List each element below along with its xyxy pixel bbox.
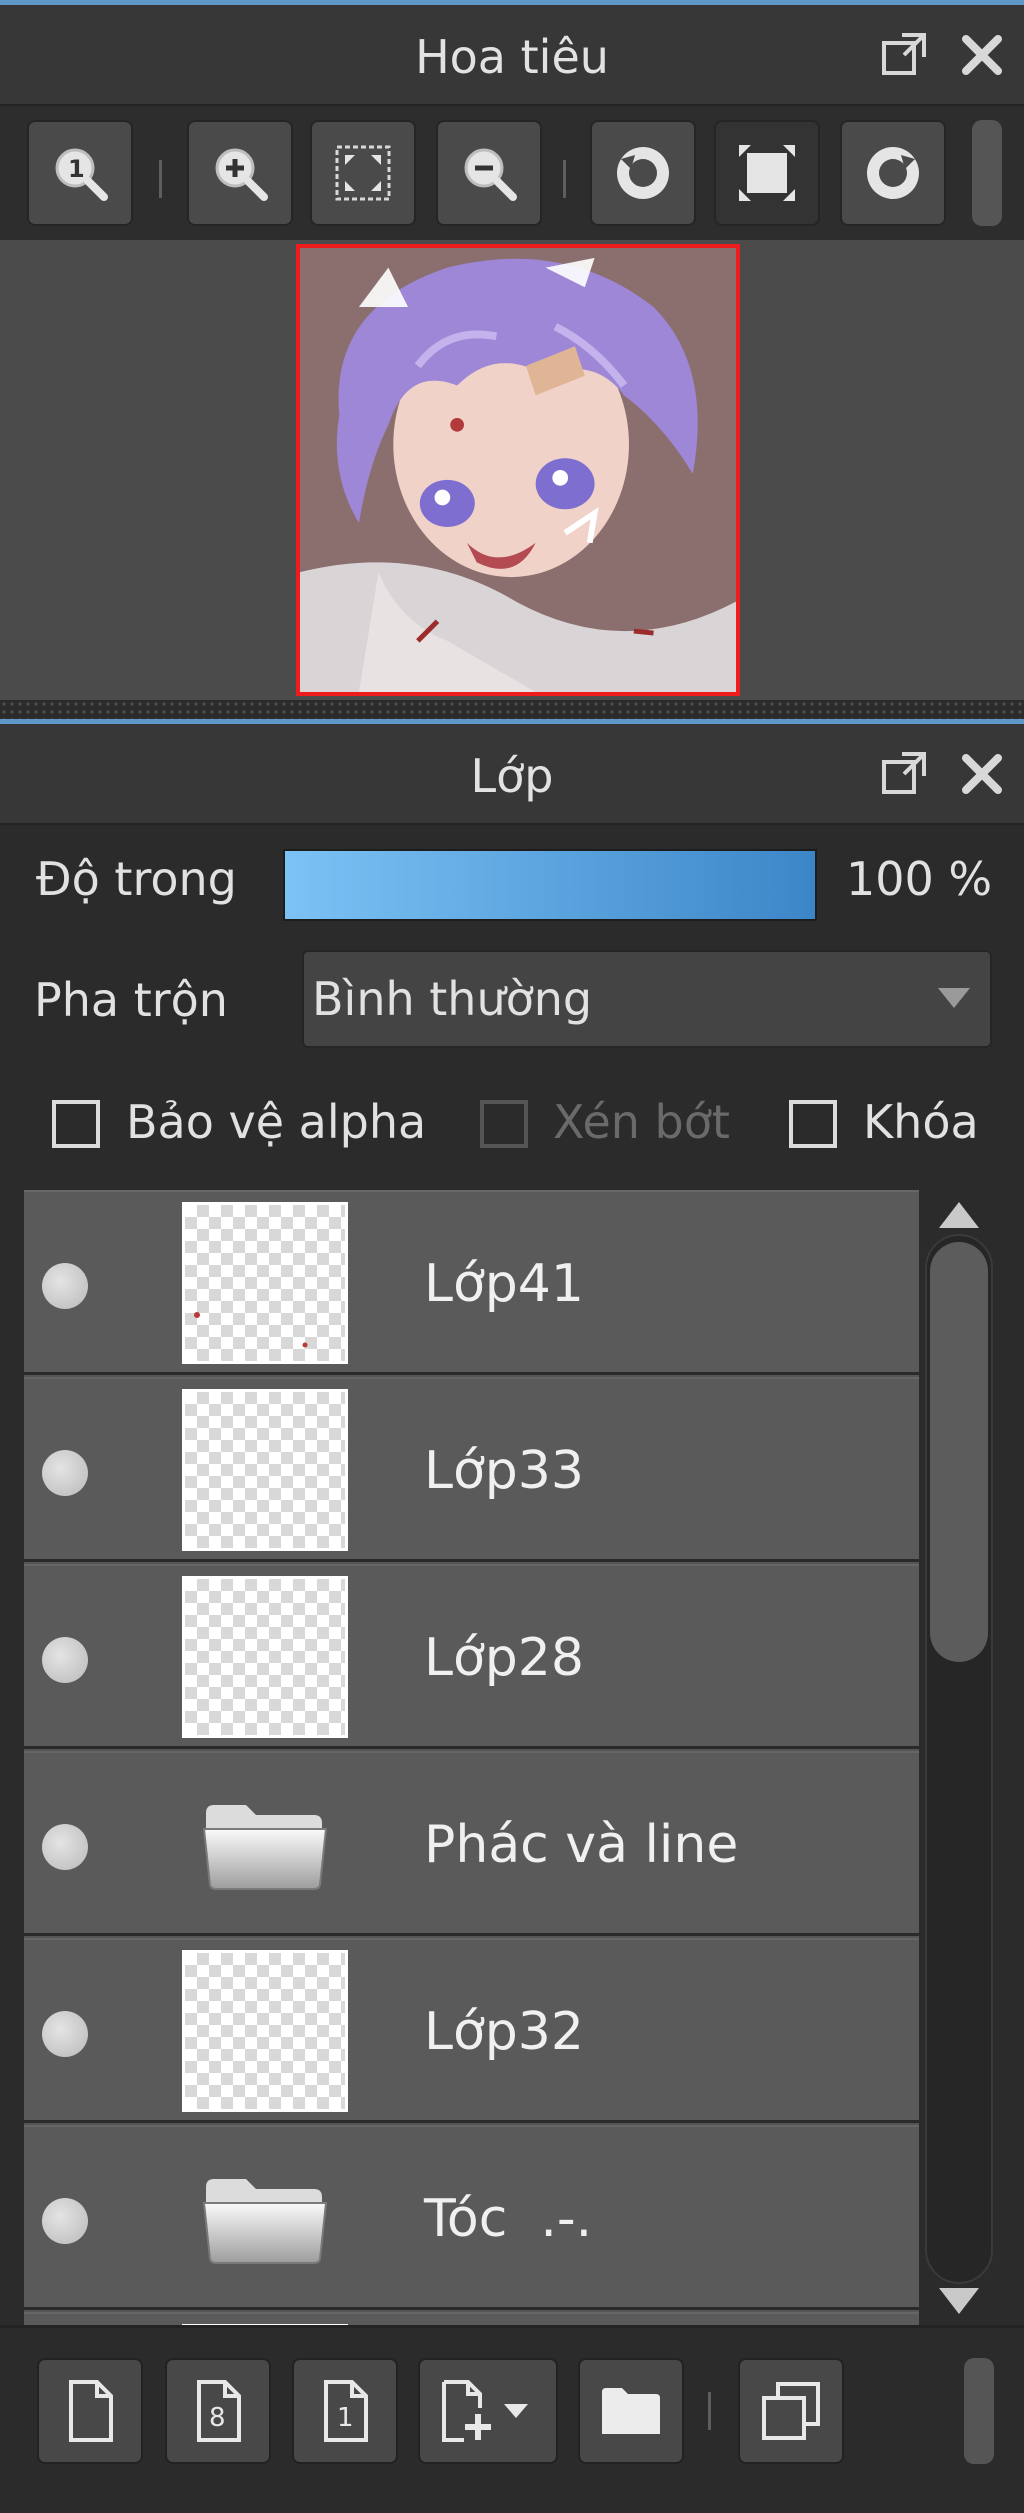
add-layer-dropdown-icon bbox=[442, 2380, 528, 2442]
layer-panel-title: Lớp bbox=[470, 749, 554, 803]
layer-name: Lớp28 bbox=[424, 1628, 584, 1688]
scroll-track[interactable] bbox=[925, 1234, 993, 2284]
zoom-in-button[interactable] bbox=[187, 120, 293, 226]
canvas-preview[interactable] bbox=[296, 244, 740, 696]
layer-name: Phác và line bbox=[424, 1815, 739, 1875]
fit-window-button[interactable] bbox=[714, 120, 820, 226]
visibility-toggle[interactable] bbox=[42, 1263, 88, 1309]
folder-icon bbox=[202, 1805, 328, 1890]
lock-checkbox[interactable] bbox=[789, 1100, 837, 1148]
toolbar-separator bbox=[563, 160, 566, 198]
duplicate-layer-icon bbox=[762, 2382, 820, 2440]
layer-list-scrollbar[interactable] bbox=[919, 1190, 999, 2325]
layer-name: Lớp33 bbox=[424, 1441, 584, 1501]
svg-text:1: 1 bbox=[337, 2403, 354, 2433]
new-1bit-layer-button[interactable]: 1 bbox=[292, 2358, 398, 2464]
opacity-label: Độ trong bbox=[36, 852, 237, 906]
actual-size-button[interactable]: 1 bbox=[27, 120, 133, 226]
blend-mode-label: Pha trộn bbox=[34, 973, 228, 1027]
opacity-slider[interactable] bbox=[283, 849, 817, 921]
close-icon[interactable] bbox=[956, 748, 1008, 800]
visibility-toggle[interactable] bbox=[42, 2011, 88, 2057]
new-layer-button[interactable] bbox=[37, 2358, 143, 2464]
layer-list[interactable]: Lớp41 Lớp33 Lớp28 Phác và line Lớp32 Tóc… bbox=[24, 1190, 919, 2325]
layer-row[interactable]: Lớp41 bbox=[24, 1190, 919, 1375]
scroll-down-icon[interactable] bbox=[935, 2284, 983, 2318]
layer-name: Lớp41 bbox=[424, 1254, 584, 1314]
layer-name: Lớp32 bbox=[424, 2002, 584, 2062]
new-folder-button[interactable] bbox=[578, 2358, 684, 2464]
layer-row[interactable] bbox=[24, 2312, 919, 2325]
clipping-label: Xén bớt bbox=[553, 1095, 730, 1149]
blend-mode-value: Bình thường bbox=[312, 972, 593, 1026]
zoom-in-icon bbox=[215, 148, 268, 201]
protect-alpha-checkbox[interactable] bbox=[52, 1100, 100, 1148]
navigator-preview-area bbox=[0, 240, 1024, 700]
toolbar-grip[interactable] bbox=[972, 120, 1002, 226]
layer-name: Tóc .-. bbox=[424, 2189, 593, 2249]
layer-thumbnail bbox=[182, 1576, 348, 1738]
new-8bit-layer-icon: 8 bbox=[197, 2380, 241, 2442]
navigator-title: Hoa tiêu bbox=[415, 30, 609, 84]
toolbar-separator bbox=[708, 2392, 711, 2430]
svg-text:8: 8 bbox=[209, 2403, 226, 2433]
new-8bit-layer-button[interactable]: 8 bbox=[165, 2358, 271, 2464]
layer-row[interactable]: Lớp28 bbox=[24, 1564, 919, 1749]
popout-icon[interactable] bbox=[878, 748, 930, 800]
rotate-left-icon bbox=[617, 147, 669, 199]
visibility-toggle[interactable] bbox=[42, 1450, 88, 1496]
zoom-out-button[interactable] bbox=[436, 120, 542, 226]
add-layer-dropdown-button[interactable] bbox=[418, 2358, 558, 2464]
layer-thumbnail bbox=[182, 1202, 348, 1364]
fit-screen-button[interactable] bbox=[310, 120, 416, 226]
scroll-up-icon[interactable] bbox=[935, 1198, 983, 1232]
new-layer-icon bbox=[69, 2380, 113, 2442]
duplicate-layer-button[interactable] bbox=[738, 2358, 844, 2464]
rotate-left-button[interactable] bbox=[590, 120, 696, 226]
layer-thumbnail bbox=[182, 1389, 348, 1551]
clipping-checkbox bbox=[480, 1100, 528, 1148]
fit-window-icon bbox=[739, 145, 795, 201]
layer-row[interactable]: Tóc .-. bbox=[24, 2125, 919, 2310]
artwork-thumbnail bbox=[300, 248, 736, 692]
new-folder-icon bbox=[602, 2388, 660, 2434]
opacity-value: 100 % bbox=[846, 852, 993, 906]
visibility-toggle[interactable] bbox=[42, 1637, 88, 1683]
toolbar-grip[interactable] bbox=[964, 2358, 994, 2464]
layer-thumbnail bbox=[182, 1950, 348, 2112]
navigator-header: Hoa tiêu bbox=[0, 0, 1024, 106]
panel-splitter[interactable] bbox=[0, 700, 1024, 720]
rotate-right-button[interactable] bbox=[840, 120, 946, 226]
close-icon[interactable] bbox=[956, 29, 1008, 81]
actual-size-icon: 1 bbox=[55, 148, 108, 201]
fit-screen-icon bbox=[335, 145, 391, 201]
chevron-down-icon bbox=[938, 988, 970, 1008]
scroll-thumb[interactable] bbox=[930, 1242, 988, 1662]
rotate-right-icon bbox=[867, 147, 919, 199]
layer-row[interactable]: Lớp33 bbox=[24, 1377, 919, 1562]
zoom-out-icon bbox=[464, 148, 517, 201]
visibility-toggle[interactable] bbox=[42, 2198, 88, 2244]
popout-icon[interactable] bbox=[878, 29, 930, 81]
visibility-toggle[interactable] bbox=[42, 1824, 88, 1870]
blend-mode-select[interactable]: Bình thường bbox=[302, 950, 992, 1048]
toolbar-separator bbox=[159, 160, 162, 198]
layer-toolbar: 8 1 bbox=[0, 2325, 1024, 2513]
new-1bit-layer-icon: 1 bbox=[324, 2380, 368, 2442]
layer-properties: Độ trong 100 % Pha trộn Bình thường Bảo … bbox=[0, 825, 1024, 1190]
layer-row[interactable]: Lớp32 bbox=[24, 1938, 919, 2123]
svg-text:1: 1 bbox=[68, 155, 85, 183]
protect-alpha-label[interactable]: Bảo vệ alpha bbox=[126, 1095, 426, 1149]
layer-row[interactable]: Phác và line bbox=[24, 1751, 919, 1936]
folder-icon bbox=[202, 2179, 328, 2264]
lock-label[interactable]: Khóa bbox=[863, 1095, 979, 1149]
layer-panel-header: Lớp bbox=[0, 719, 1024, 825]
navigator-toolbar: 1 bbox=[0, 106, 1024, 240]
